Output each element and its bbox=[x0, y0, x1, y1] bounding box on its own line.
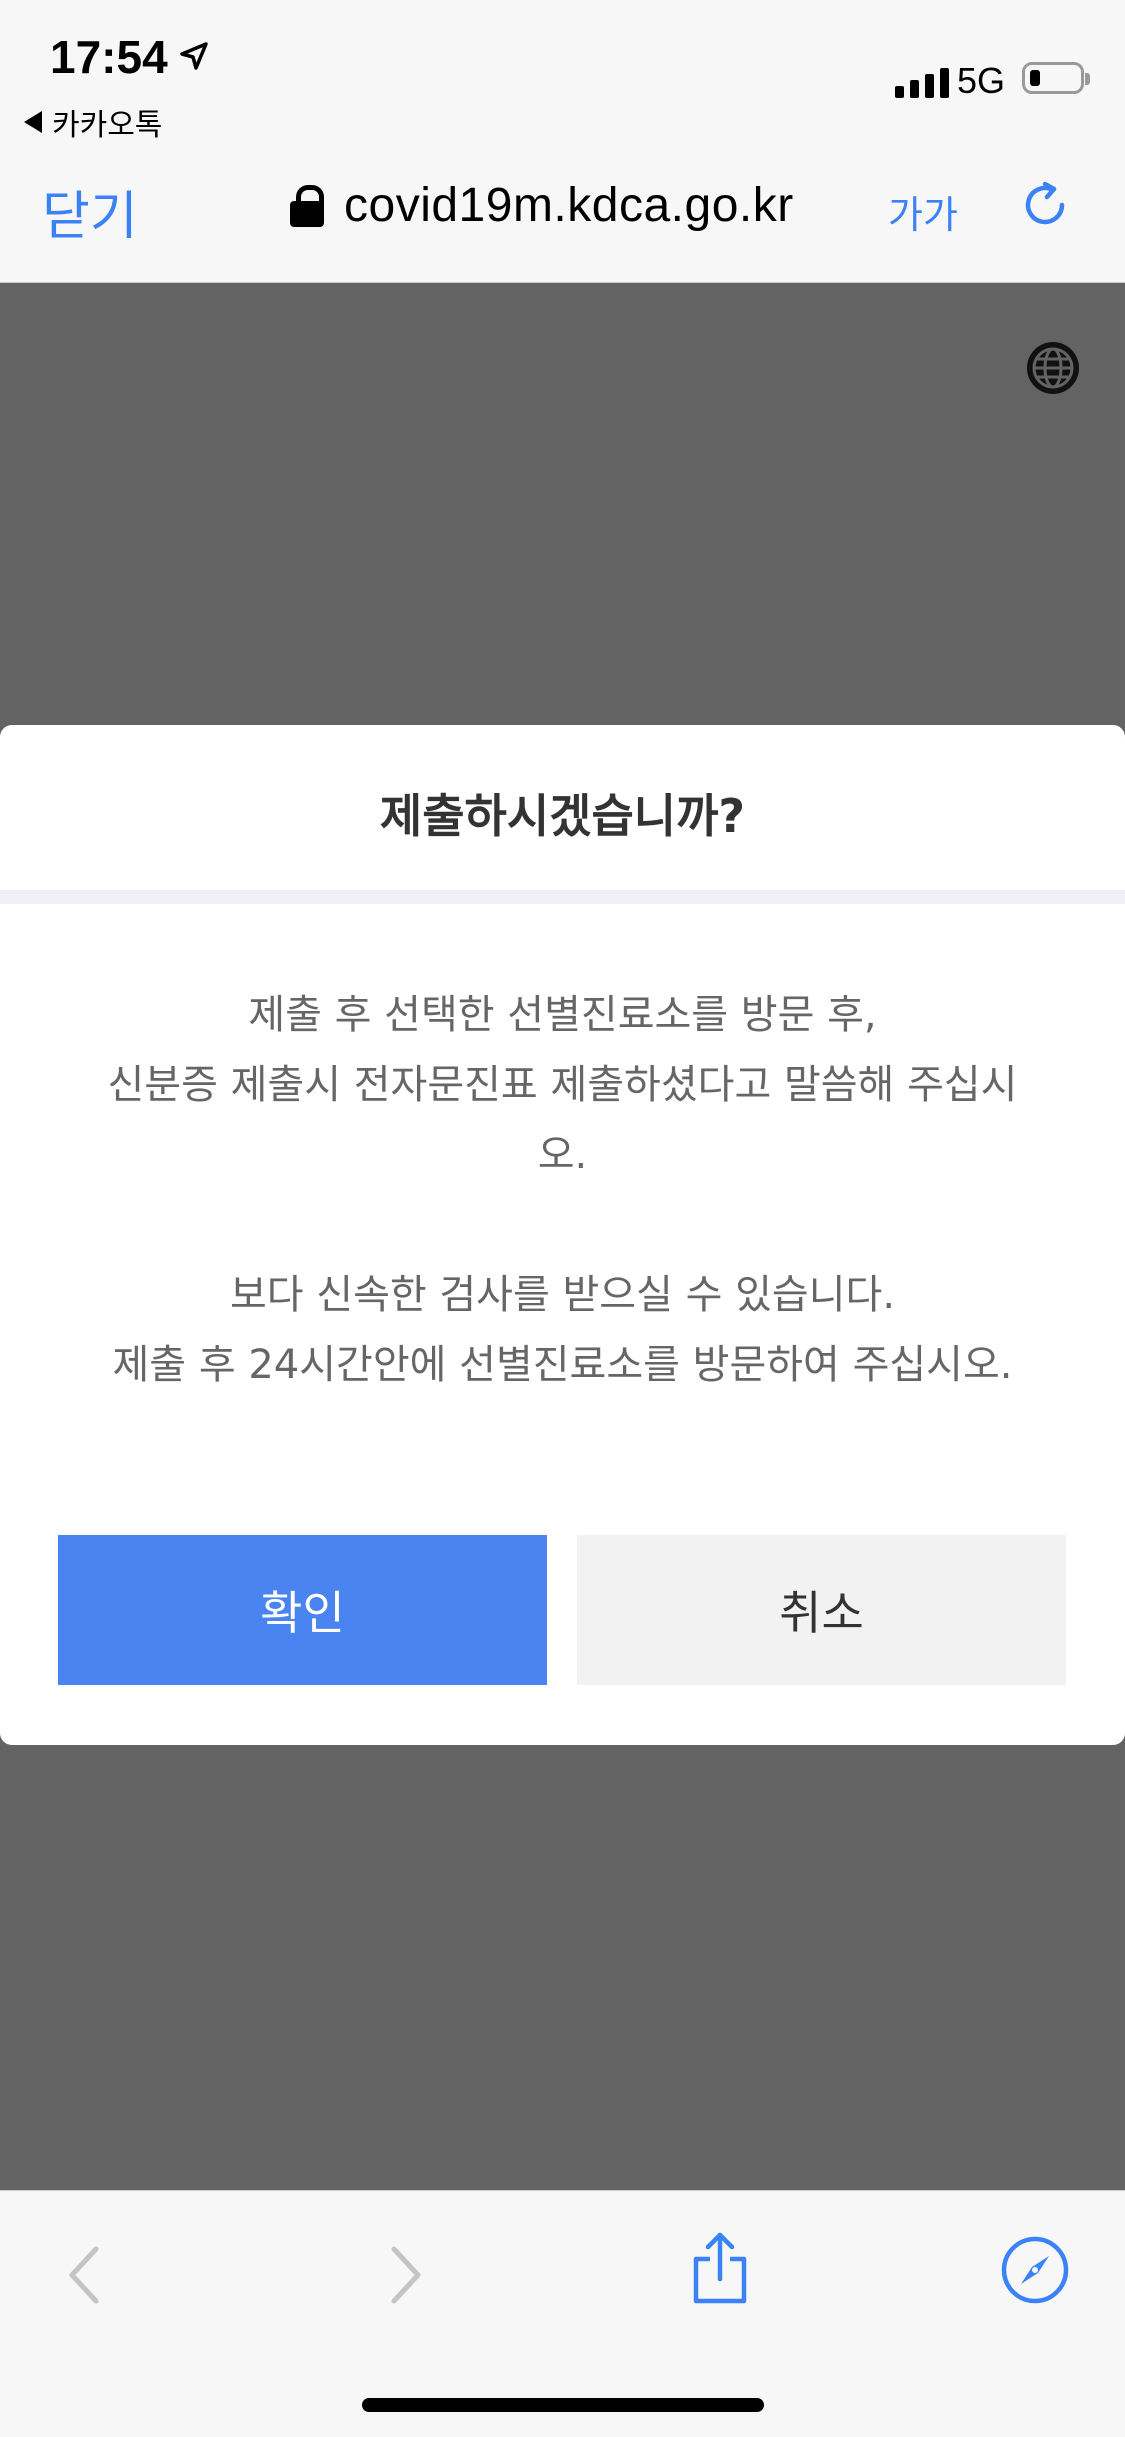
signal-icon bbox=[895, 66, 949, 98]
dialog-divider bbox=[0, 890, 1125, 904]
status-time: 17:54 bbox=[50, 31, 168, 83]
home-indicator[interactable] bbox=[362, 2398, 764, 2412]
cancel-button[interactable]: 취소 bbox=[577, 1535, 1066, 1685]
message-line: 제출 후 선택한 선별진료소를 방문 후, bbox=[248, 992, 877, 1038]
back-triangle-icon bbox=[24, 111, 42, 133]
globe-icon[interactable] bbox=[1025, 340, 1081, 396]
network-type: 5G bbox=[957, 60, 1006, 101]
confirm-button[interactable]: 확인 bbox=[58, 1535, 547, 1685]
address-bar[interactable]: covid19m.kdca.go.kr bbox=[290, 178, 794, 233]
back-icon[interactable] bbox=[64, 2243, 104, 2307]
reload-icon[interactable] bbox=[1018, 178, 1072, 232]
browser-header: 17:54 카카오톡 5G 닫기 covid19m.kdca.go.kr 가가 bbox=[0, 0, 1125, 283]
dialog-message: 제출 후 선택한 선별진료소를 방문 후, 신분증 제출시 전자문진표 제출하셨… bbox=[40, 980, 1085, 1400]
message-line: 신분증 제출시 전자문진표 제출하셨다고 말씀해 주십시 bbox=[107, 1062, 1018, 1108]
message-line: 제출 후 24시간안에 선별진료소를 방문하여 주십시오. bbox=[112, 1342, 1013, 1388]
back-app-label: 카카오톡 bbox=[52, 108, 163, 143]
text-size-button[interactable]: 가가 bbox=[888, 184, 958, 239]
close-button[interactable]: 닫기 bbox=[42, 174, 138, 249]
dialog-title: 제출하시겠습니까? bbox=[379, 789, 746, 843]
battery-icon bbox=[1022, 62, 1090, 94]
back-to-app[interactable]: 카카오톡 bbox=[24, 100, 162, 144]
url-text: covid19m.kdca.go.kr bbox=[344, 179, 794, 232]
compass-icon[interactable] bbox=[1000, 2235, 1070, 2305]
location-arrow-icon bbox=[180, 42, 208, 70]
confirm-dialog: 제출하시겠습니까? 제출 후 선택한 선별진료소를 방문 후, 신분증 제출시 … bbox=[0, 725, 1125, 1745]
forward-icon[interactable] bbox=[386, 2243, 426, 2307]
message-line: 오. bbox=[537, 1132, 588, 1178]
message-line: 보다 신속한 검사를 받으실 수 있습니다. bbox=[229, 1272, 896, 1318]
lock-icon bbox=[290, 184, 324, 227]
share-icon[interactable] bbox=[688, 2231, 752, 2307]
